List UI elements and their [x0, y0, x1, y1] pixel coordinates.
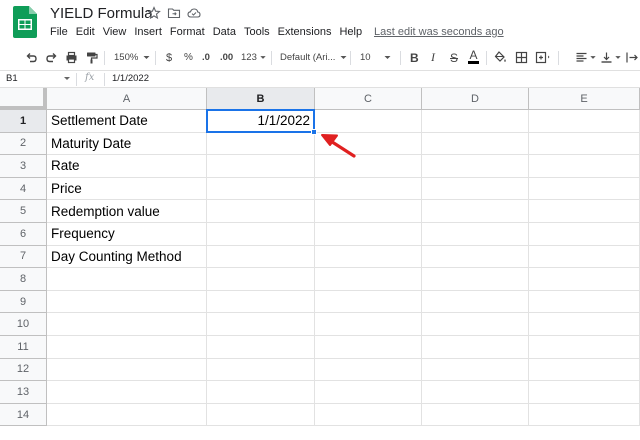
chevron-down-icon [615, 56, 621, 59]
toolbar-divider [350, 51, 351, 65]
font-size-value: 10 [360, 52, 371, 63]
undo-button[interactable] [25, 50, 38, 65]
text-wrap-icon [626, 52, 638, 63]
redo-icon [46, 53, 57, 63]
align-left-icon [576, 52, 587, 62]
menu-edit[interactable]: Edit [76, 26, 95, 40]
font-family-value: Default (Ari... [280, 52, 336, 63]
chevron-down-icon[interactable] [64, 77, 70, 80]
star-icon[interactable] [147, 6, 161, 20]
chevron-down-icon [143, 56, 150, 59]
menu-bar: File Edit View Insert Format Data Tools … [50, 26, 370, 40]
increase-decimals-button[interactable]: .00 [220, 50, 233, 65]
toolbar-divider [104, 51, 105, 65]
percent-format-button[interactable]: % [184, 50, 193, 65]
chevron-down-icon [260, 56, 266, 59]
chevron-down-icon [340, 56, 347, 59]
google-sheets-logo-icon[interactable] [13, 6, 37, 38]
menu-data[interactable]: Data [213, 26, 236, 40]
zoom-select[interactable]: 150% [114, 50, 151, 65]
merge-cells-button[interactable] [535, 50, 551, 65]
formula-bar: B1 fx 1/1/2022 [0, 71, 640, 88]
toolbar-divider [400, 51, 401, 65]
menu-insert[interactable]: Insert [134, 26, 162, 40]
toolbar-divider [155, 51, 156, 65]
cloud-saved-icon[interactable] [187, 6, 201, 20]
paint-format-icon [87, 52, 98, 64]
decrease-decimals-button[interactable]: .0 [202, 50, 210, 65]
fill-color-button[interactable] [494, 50, 507, 65]
font-size-select[interactable]: 10 [360, 50, 392, 65]
borders-icon [515, 51, 528, 64]
fx-icon: fx [85, 72, 95, 83]
last-edit-link[interactable]: Last edit was seconds ago [374, 26, 504, 38]
bold-button[interactable]: B [410, 50, 419, 65]
toolbar: 150% $ % .0 .00 123 Default (Ari... 10 B… [0, 44, 640, 71]
more-formats-select[interactable]: 123 [241, 50, 267, 65]
text-wrapping-button[interactable] [626, 50, 638, 65]
currency-format-button[interactable]: $ [166, 50, 172, 65]
font-family-select[interactable]: Default (Ari... [280, 50, 348, 65]
name-box[interactable]: B1 [6, 73, 66, 86]
red-arrow-annotation [321, 134, 356, 158]
italic-button[interactable]: I [431, 50, 435, 65]
print-icon [66, 51, 77, 64]
paint-format-button[interactable] [85, 50, 98, 65]
fill-color-icon [494, 51, 506, 62]
chevron-down-icon [384, 56, 391, 59]
formula-input[interactable]: 1/1/2022 [112, 73, 149, 84]
redo-button[interactable] [45, 50, 58, 65]
undo-icon [26, 53, 37, 63]
menu-extensions[interactable]: Extensions [278, 26, 332, 40]
text-color-label: A [469, 48, 478, 62]
vertical-align-select[interactable] [600, 50, 622, 65]
menu-format[interactable]: Format [170, 26, 205, 40]
toolbar-divider [271, 51, 272, 65]
title-bar: YIELD Formula File Edit View Insert Form… [0, 0, 640, 44]
align-bottom-icon [601, 52, 612, 63]
toolbar-divider [486, 51, 487, 65]
text-color-button[interactable]: A [468, 48, 479, 65]
menu-tools[interactable]: Tools [244, 26, 270, 40]
chevron-down-icon [590, 56, 596, 59]
merge-cells-icon [535, 51, 550, 64]
spreadsheet-grid: A B C D E 1 2 3 4 5 6 7 8 9 10 11 12 13 14 Settlement Date… [0, 88, 640, 440]
strikethrough-button[interactable]: S [450, 50, 458, 65]
formula-bar-divider [76, 73, 77, 86]
move-folder-icon[interactable] [167, 6, 181, 20]
menu-help[interactable]: Help [339, 26, 362, 40]
document-title[interactable]: YIELD Formula [50, 5, 153, 22]
menu-view[interactable]: View [103, 26, 127, 40]
more-formats-label: 123 [241, 52, 257, 63]
menu-file[interactable]: File [50, 26, 68, 40]
toolbar-divider [558, 51, 559, 65]
horizontal-align-select[interactable] [575, 50, 597, 65]
print-button[interactable] [65, 50, 78, 65]
zoom-value: 150% [114, 52, 139, 63]
text-color-swatch [468, 61, 479, 64]
formula-bar-divider [104, 73, 105, 86]
borders-button[interactable] [515, 50, 528, 65]
